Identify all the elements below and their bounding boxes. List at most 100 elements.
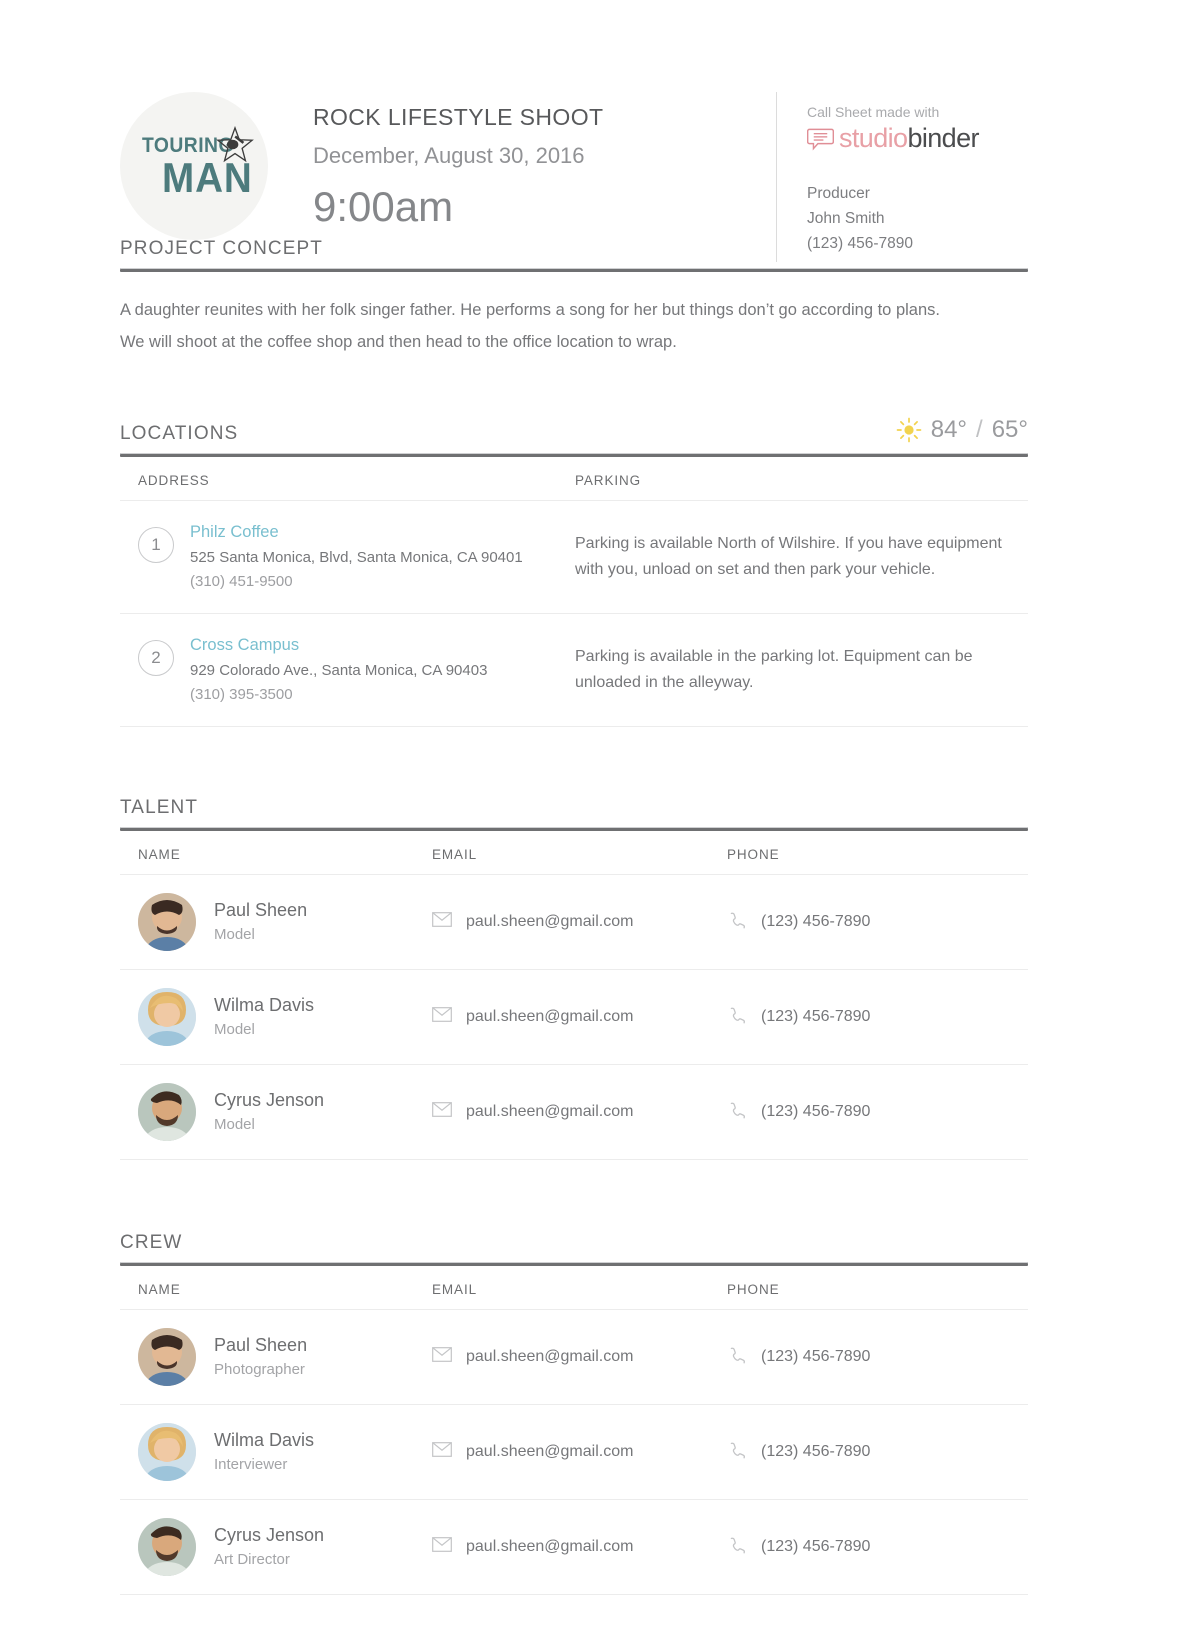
producer-contact: Producer John Smith (123) 456-7890 [807, 182, 1028, 256]
studiobinder-logo[interactable]: studiobinder [807, 125, 1028, 152]
location-phone: (310) 395-3500 [190, 686, 293, 704]
talent-phone-cell: (123) 456-7890 [727, 969, 1028, 1066]
person-phone[interactable]: (123) 456-7890 [761, 1103, 870, 1121]
location-address: 929 Colorado Ave., Santa Monica, CA 9040… [190, 661, 488, 679]
location-address-cell: 2 Cross Campus 929 Colorado Ave., Santa … [120, 613, 575, 728]
person-email[interactable]: paul.sheen@gmail.com [466, 1538, 633, 1556]
project-concept-body: A daughter reunites with her folk singer… [120, 272, 1028, 358]
section-title-crew: CREW [120, 1232, 183, 1254]
section-locations: LOCATIONS 84° / 65° ADDRESS PARKING 1 Ph… [120, 416, 1028, 728]
concept-line: A daughter reunites with her folk singer… [120, 301, 940, 319]
crew-email-cell: paul.sheen@gmail.com [432, 1499, 727, 1596]
page-title: ROCK LIFESTYLE SHOOT [313, 104, 604, 130]
shoot-date: December, August 30, 2016 [313, 143, 585, 169]
talent-name-cell: Cyrus Jenson Model [120, 1064, 432, 1161]
weather-low: 65° [991, 416, 1028, 444]
column-header-address: ADDRESS [120, 457, 575, 502]
envelope-icon [432, 1537, 452, 1557]
crew-name-cell: Wilma Davis Interviewer [120, 1404, 432, 1501]
person-phone[interactable]: (123) 456-7890 [761, 913, 870, 931]
envelope-icon [432, 1102, 452, 1122]
person-role: Interviewer [214, 1456, 288, 1474]
made-with-label: Call Sheet made with [807, 104, 940, 120]
call-sheet-page: TOURING MAN ROCK LIFESTYLE SHOOT Decembe… [0, 0, 1200, 1650]
table-row: Cyrus Jenson Art Director paul.sheen@gma [120, 1499, 1028, 1596]
logo-circle: TOURING MAN [120, 92, 268, 240]
talent-name-cell: Paul Sheen Model [120, 874, 432, 971]
brand-name-binder: binder [907, 123, 979, 153]
person-phone[interactable]: (123) 456-7890 [761, 1008, 870, 1026]
person-email[interactable]: paul.sheen@gmail.com [466, 1443, 633, 1461]
column-header-parking: PARKING [575, 457, 1028, 502]
avatar [138, 1423, 196, 1482]
weather-separator: / [976, 416, 983, 444]
avatar [138, 893, 196, 952]
location-address: 525 Santa Monica, Blvd, Santa Monica, CA… [190, 548, 523, 566]
person-name: Paul Sheen [214, 899, 308, 920]
person-email[interactable]: paul.sheen@gmail.com [466, 1348, 633, 1366]
brand-name-studio: studio [839, 123, 908, 153]
table-row: 1 Philz Coffee 525 Santa Monica, Blvd, S… [120, 500, 1028, 615]
person-role: Art Director [214, 1551, 290, 1569]
crew-header: CREW [120, 1232, 1028, 1262]
person-role: Model [214, 1116, 255, 1134]
person-role: Model [214, 926, 255, 944]
envelope-icon [432, 912, 452, 932]
location-number-badge: 2 [138, 640, 174, 677]
crew-phone-cell: (123) 456-7890 [727, 1404, 1028, 1501]
section-title-locations: LOCATIONS [120, 423, 239, 445]
table-row: Wilma Davis Model paul.sheen@gmail.com (… [120, 969, 1028, 1066]
phone-handset-icon [727, 1537, 747, 1557]
location-name[interactable]: Cross Campus [190, 632, 487, 658]
crew-name-cell: Paul Sheen Photographer [120, 1309, 432, 1406]
column-header-email: EMAIL [432, 1266, 727, 1311]
weather-forecast: 84° / 65° [896, 416, 1028, 445]
concept-line: We will shoot at the coffee shop and the… [120, 333, 677, 352]
crew-table-header-row: NAME EMAIL PHONE [120, 1266, 1028, 1311]
talent-email-cell: paul.sheen@gmail.com [432, 969, 727, 1066]
table-row: Paul Sheen Model paul.sheen@gmail.com (1… [120, 874, 1028, 971]
person-role: Photographer [214, 1361, 305, 1379]
location-parking-note: Parking is available in the parking lot.… [575, 648, 973, 692]
column-header-phone: PHONE [727, 831, 1028, 876]
location-parking-cell: Parking is available in the parking lot.… [575, 613, 1028, 728]
section-title-project-concept: PROJECT CONCEPT [120, 238, 324, 259]
envelope-icon [432, 1442, 452, 1462]
speech-bubble-icon [807, 128, 834, 151]
person-phone[interactable]: (123) 456-7890 [761, 1538, 870, 1556]
phone-handset-icon [727, 1102, 747, 1122]
person-email[interactable]: paul.sheen@gmail.com [466, 1008, 633, 1026]
person-email[interactable]: paul.sheen@gmail.com [466, 913, 633, 931]
phone-handset-icon [727, 1007, 747, 1027]
weather-high: 84° [930, 416, 968, 444]
locations-header: LOCATIONS 84° / 65° [120, 416, 1028, 453]
location-parking-note: Parking is available North of Wilshire. … [575, 535, 1002, 579]
column-header-phone: PHONE [727, 1266, 1028, 1311]
table-row: Cyrus Jenson Model paul.sheen@gmail.com [120, 1064, 1028, 1161]
section-talent: TALENT NAME EMAIL PHONE Paul Sheen Model… [120, 797, 1028, 1161]
location-phone: (310) 451-9500 [190, 573, 293, 591]
call-sheet-content: TOURING MAN ROCK LIFESTYLE SHOOT Decembe… [120, 0, 1028, 1596]
phone-handset-icon [727, 1442, 747, 1462]
location-parking-cell: Parking is available North of Wilshire. … [575, 500, 1028, 615]
table-row: Wilma Davis Interviewer paul.sheen@gmail [120, 1404, 1028, 1501]
avatar [138, 1518, 196, 1577]
person-name: Wilma Davis [214, 1429, 315, 1450]
crew-table: NAME EMAIL PHONE Paul Sheen Photographer… [120, 1266, 1028, 1596]
locations-table-header-row: ADDRESS PARKING [120, 457, 1028, 502]
person-email[interactable]: paul.sheen@gmail.com [466, 1103, 633, 1121]
crew-email-cell: paul.sheen@gmail.com [432, 1404, 727, 1501]
producer-role-label: Producer [807, 185, 870, 202]
column-header-name: NAME [120, 1266, 432, 1311]
person-phone[interactable]: (123) 456-7890 [761, 1348, 870, 1366]
talent-phone-cell: (123) 456-7890 [727, 1064, 1028, 1161]
location-name[interactable]: Philz Coffee [190, 519, 523, 545]
talent-phone-cell: (123) 456-7890 [727, 874, 1028, 971]
talent-email-cell: paul.sheen@gmail.com [432, 1064, 727, 1161]
envelope-icon [432, 1347, 452, 1367]
phone-handset-icon [727, 1347, 747, 1367]
person-phone[interactable]: (123) 456-7890 [761, 1443, 870, 1461]
talent-table: NAME EMAIL PHONE Paul Sheen Model paul.s… [120, 831, 1028, 1161]
crew-email-cell: paul.sheen@gmail.com [432, 1309, 727, 1406]
avatar [138, 988, 196, 1047]
